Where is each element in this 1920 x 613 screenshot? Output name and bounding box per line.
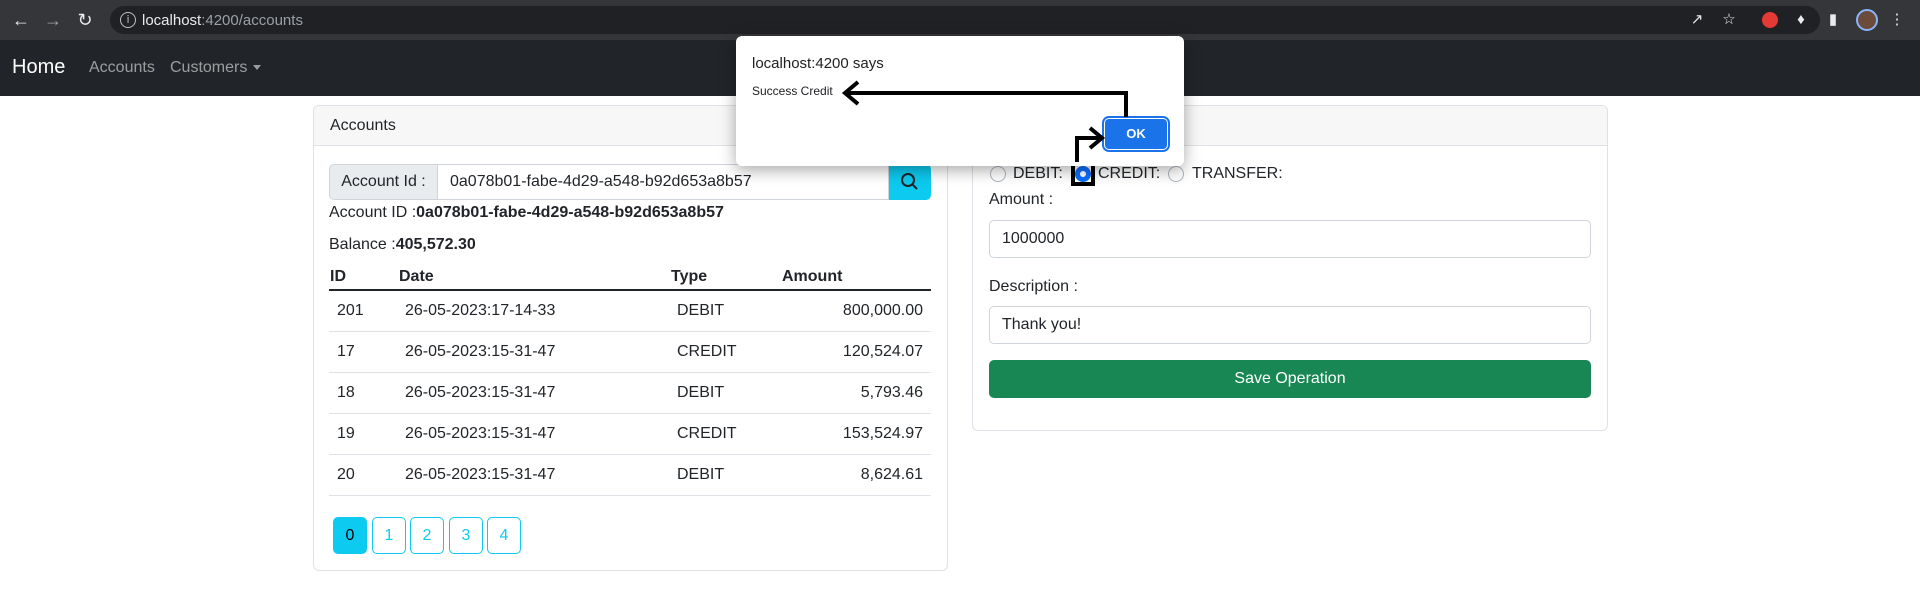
annotation-arrows [841,80,1128,162]
arrow-ok-to-message [841,80,1128,117]
arrow-radio-to-ok [1075,126,1106,162]
